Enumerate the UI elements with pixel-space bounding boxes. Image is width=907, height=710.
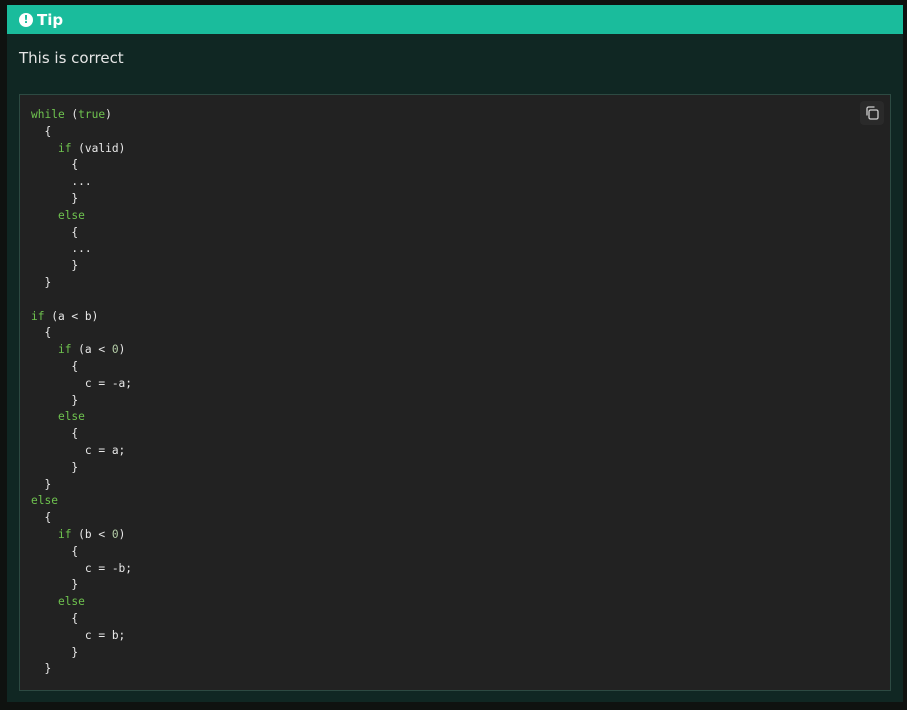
code-line: while (true) bbox=[31, 108, 112, 121]
code-line: if (a < 0) bbox=[57, 343, 126, 357]
code-line: c = a; bbox=[31, 443, 126, 457]
code-line: } bbox=[31, 645, 79, 659]
admonition-header: ! Tip bbox=[7, 5, 903, 34]
code-line: { bbox=[31, 225, 79, 239]
code-content: while (true) { if (valid) { ... } else {… bbox=[31, 107, 132, 678]
code-line: if (valid) bbox=[57, 141, 126, 155]
code-line: } bbox=[31, 191, 79, 205]
code-line: c = -a; bbox=[31, 376, 133, 390]
tip-admonition: ! Tip This is correct while (true) { if … bbox=[7, 5, 903, 702]
code-line: { bbox=[31, 544, 79, 558]
copy-icon bbox=[866, 106, 879, 120]
code-line: else bbox=[57, 208, 85, 222]
code-line: } bbox=[31, 662, 52, 676]
code-line: } bbox=[31, 259, 79, 273]
code-line: ... bbox=[31, 175, 92, 189]
code-line: { bbox=[31, 611, 79, 625]
code-line: { bbox=[31, 359, 79, 373]
code-line: { bbox=[31, 326, 52, 340]
code-line: if (a < b) bbox=[31, 309, 99, 323]
code-line: c = -b; bbox=[31, 561, 133, 575]
code-line: else bbox=[31, 494, 58, 508]
admonition-title: Tip bbox=[37, 10, 64, 29]
copy-button[interactable] bbox=[860, 101, 884, 125]
code-line: } bbox=[31, 477, 52, 491]
code-line: else bbox=[57, 595, 85, 609]
code-line: } bbox=[31, 578, 79, 592]
code-line: c = b; bbox=[31, 628, 126, 642]
code-line: ... bbox=[31, 242, 92, 256]
exclamation-circle-icon: ! bbox=[19, 12, 33, 27]
code-line: { bbox=[31, 124, 52, 138]
code-line: { bbox=[31, 427, 79, 441]
code-line: if (b < 0) bbox=[57, 527, 126, 541]
admonition-text: This is correct bbox=[19, 49, 124, 67]
code-block: while (true) { if (valid) { ... } else {… bbox=[19, 94, 891, 691]
code-line: { bbox=[31, 158, 79, 172]
code-line: } bbox=[31, 393, 79, 407]
code-line: { bbox=[31, 511, 52, 525]
code-line: } bbox=[31, 275, 52, 289]
code-line: } bbox=[31, 460, 79, 474]
code-line: else bbox=[57, 410, 85, 424]
